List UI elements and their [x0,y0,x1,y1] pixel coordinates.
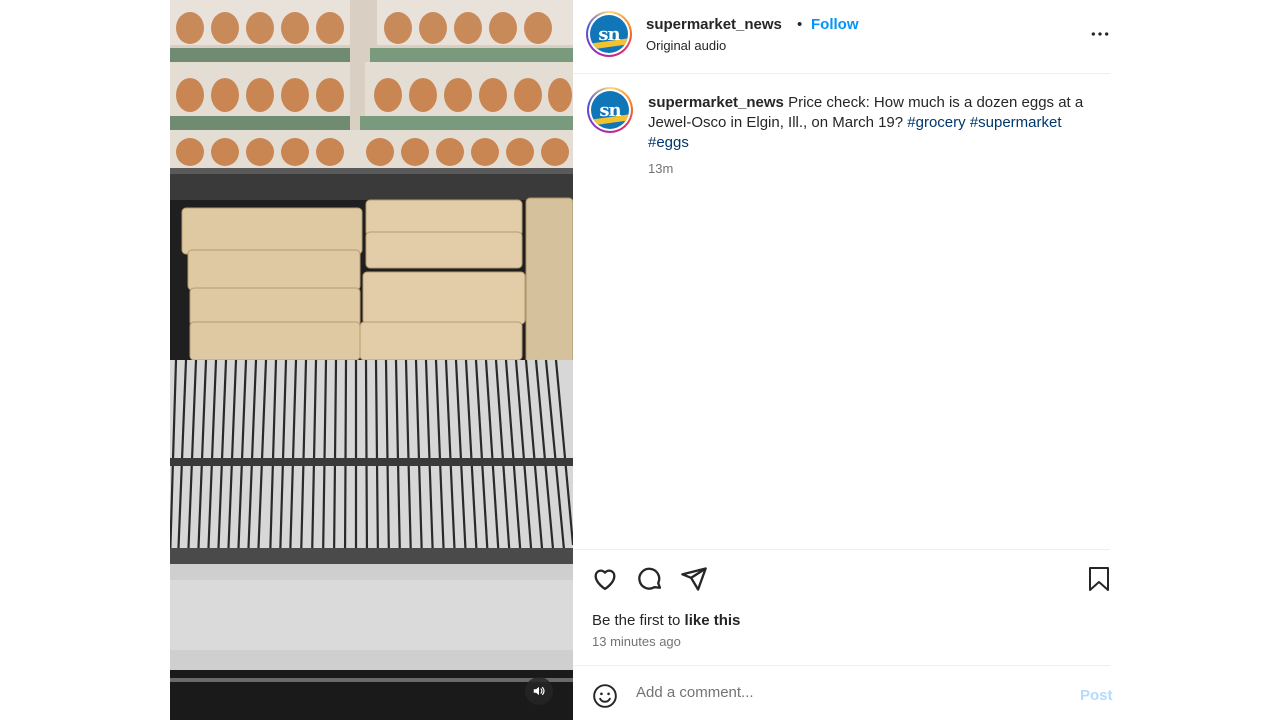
posted-time: 13 minutes ago [592,634,681,649]
author-avatar[interactable]: sn [586,11,632,57]
post-details-panel: sn supermarket_news • Follow Original au… [573,0,1113,720]
egg-shelf-video-frame [170,0,573,720]
hashtag-supermarket[interactable]: #supermarket [970,114,1062,131]
likes-summary: Be the first to like this [592,612,740,629]
like-this-link[interactable]: like this [685,612,741,629]
follow-button[interactable]: Follow [811,16,859,33]
share-paper-plane-icon[interactable] [680,565,708,593]
hashtag-grocery[interactable]: #grocery [907,114,965,131]
mute-toggle-button[interactable] [525,677,553,705]
comment-input[interactable] [636,684,1056,701]
author-username[interactable]: supermarket_news [646,16,782,33]
caption-avatar-initials: sn [599,99,621,121]
caption-username[interactable]: supermarket_news [648,94,784,111]
post-header: sn supermarket_news • Follow Original au… [573,0,1110,74]
likes-prefix: Be the first to [592,612,685,629]
emoji-smiley-icon[interactable] [592,683,618,709]
action-bar [573,549,1110,609]
more-options-icon[interactable] [1089,24,1111,44]
post-video[interactable] [170,0,573,720]
comment-bar: Post [573,665,1113,720]
like-heart-icon[interactable] [591,565,619,593]
post-caption: supermarket_news Price check: How much i… [648,93,1093,153]
save-bookmark-icon[interactable] [1088,565,1110,593]
post-comment-button[interactable]: Post [1080,687,1113,704]
caption-author-avatar[interactable]: sn [587,87,633,133]
audio-label[interactable]: Original audio [646,38,726,53]
separator-dot: • [797,16,803,33]
instagram-post-view: sn supermarket_news • Follow Original au… [0,0,1280,720]
speaker-icon [533,686,545,696]
avatar-initials: sn [598,23,620,45]
comment-bubble-icon[interactable] [636,565,664,593]
caption-timestamp: 13m [648,161,674,176]
hashtag-eggs[interactable]: #eggs [648,134,689,151]
